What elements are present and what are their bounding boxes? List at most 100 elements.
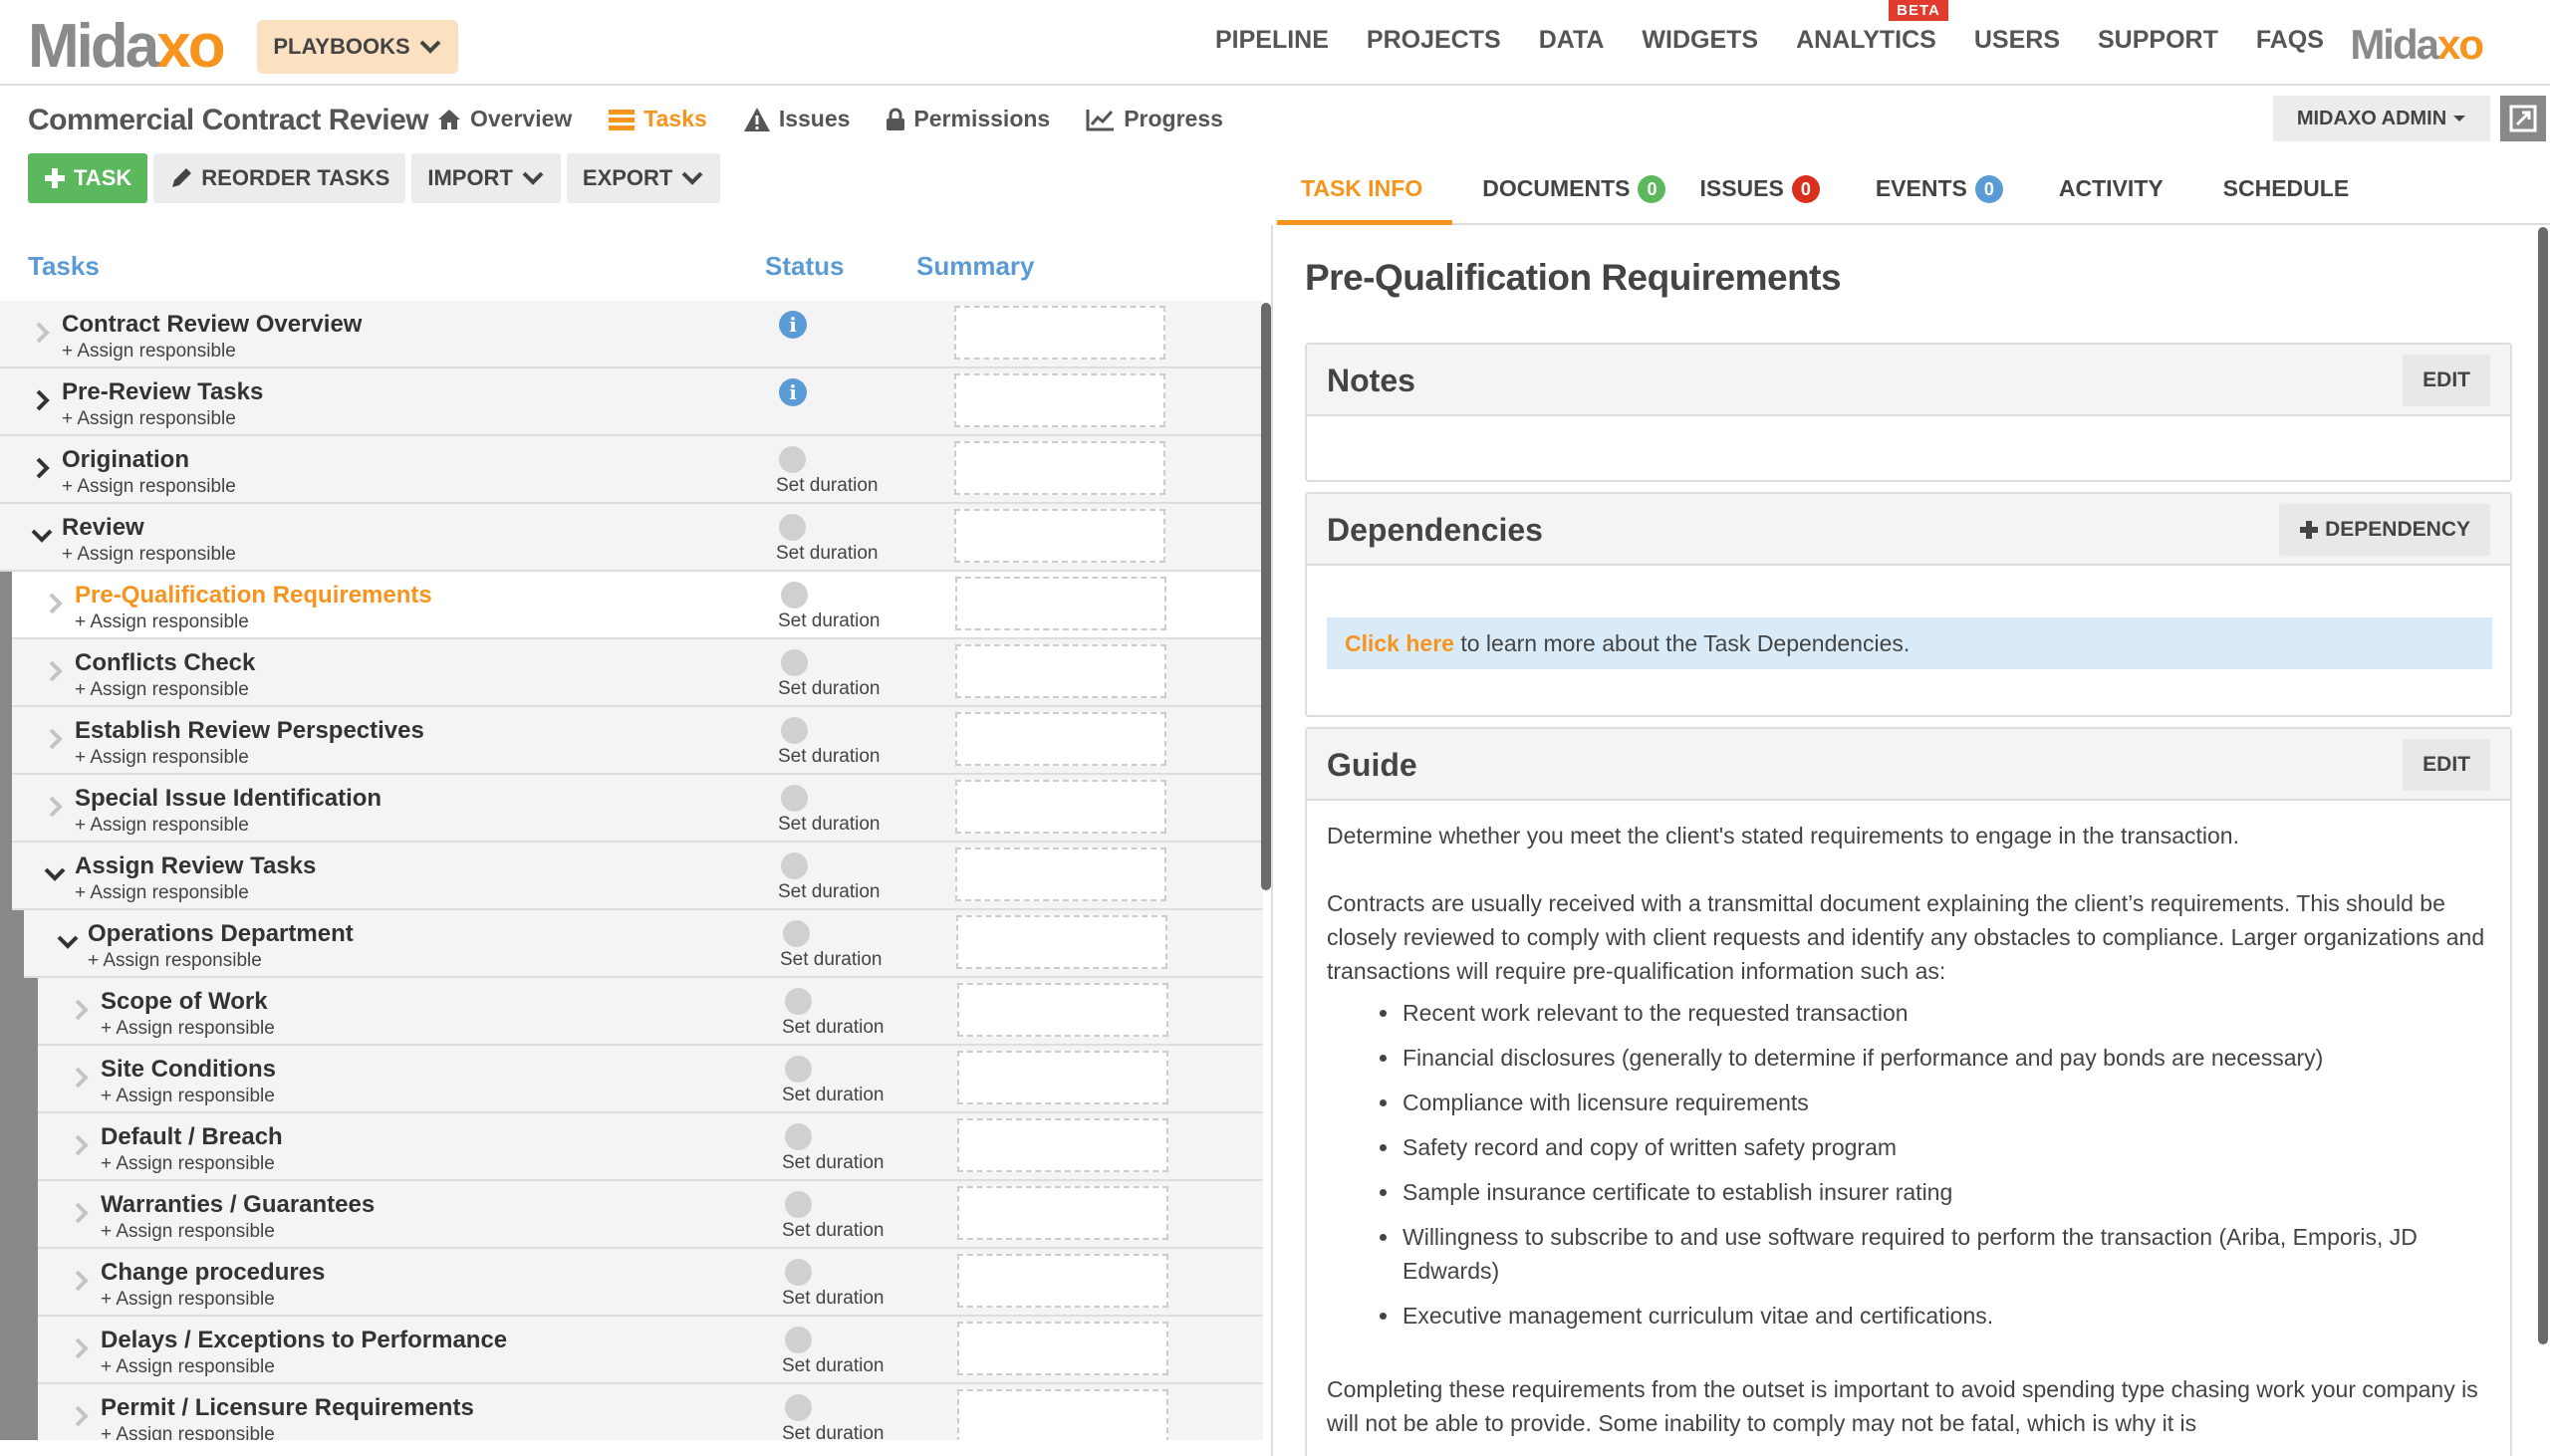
status-circle[interactable] bbox=[781, 717, 808, 744]
status-circle[interactable] bbox=[781, 785, 808, 812]
chevron-down-icon[interactable] bbox=[30, 518, 54, 554]
set-duration-link[interactable]: Set duration bbox=[782, 1220, 884, 1242]
assign-responsible-link[interactable]: + Assign responsible bbox=[62, 341, 236, 363]
status-circle[interactable] bbox=[779, 446, 806, 473]
chevron-right-icon[interactable] bbox=[69, 1060, 93, 1095]
midaxo-logo[interactable]: Midaxo bbox=[28, 14, 226, 80]
chevron-right-icon[interactable] bbox=[69, 992, 93, 1028]
add-dependency-button[interactable]: DEPENDENCY bbox=[2279, 504, 2490, 556]
assign-responsible-link[interactable]: + Assign responsible bbox=[75, 679, 249, 701]
task-name[interactable]: Delays / Exceptions to Performance bbox=[101, 1327, 507, 1354]
tab-overview[interactable]: Overview bbox=[436, 106, 572, 132]
status-circle[interactable] bbox=[779, 514, 806, 541]
task-name[interactable]: Warranties / Guarantees bbox=[101, 1191, 375, 1219]
nav-analytics[interactable]: ANALYTICS BETA bbox=[1796, 0, 1948, 55]
task-row[interactable]: Scope of Work + Assign responsible Set dur… bbox=[38, 978, 1263, 1046]
assign-responsible-link[interactable]: + Assign responsible bbox=[75, 815, 249, 837]
info-icon[interactable]: i bbox=[779, 378, 807, 406]
nav-users[interactable]: USERS bbox=[1974, 26, 2060, 55]
chevron-right-icon[interactable] bbox=[69, 1195, 93, 1231]
summary-cell[interactable] bbox=[957, 1389, 1168, 1440]
task-row[interactable]: Change procedures + Assign responsible Set… bbox=[38, 1249, 1263, 1317]
set-duration-link[interactable]: Set duration bbox=[780, 949, 882, 971]
summary-cell[interactable] bbox=[955, 644, 1166, 698]
summary-cell[interactable] bbox=[954, 441, 1165, 495]
task-row[interactable]: Assign Review Tasks + Assign responsible S… bbox=[12, 843, 1263, 910]
summary-cell[interactable] bbox=[955, 577, 1166, 630]
summary-cell[interactable] bbox=[957, 1322, 1168, 1375]
summary-cell[interactable] bbox=[956, 915, 1167, 969]
nav-faqs[interactable]: FAQS bbox=[2256, 26, 2324, 55]
task-row[interactable]: Operations Department + Assign responsibl… bbox=[24, 910, 1263, 978]
chevron-right-icon[interactable] bbox=[43, 653, 67, 689]
assign-responsible-link[interactable]: + Assign responsible bbox=[101, 1153, 275, 1175]
task-row[interactable]: Pre-Qualification Requirements + Assign r… bbox=[12, 572, 1263, 639]
tab-tasks[interactable]: Tasks bbox=[608, 106, 707, 132]
assign-responsible-link[interactable]: + Assign responsible bbox=[101, 1289, 275, 1311]
summary-cell[interactable] bbox=[957, 1118, 1168, 1172]
tab-events[interactable]: EVENTS 0 bbox=[1876, 163, 2003, 225]
status-circle[interactable] bbox=[785, 1259, 812, 1286]
assign-responsible-link[interactable]: + Assign responsible bbox=[62, 408, 236, 430]
summary-cell[interactable] bbox=[957, 1051, 1168, 1104]
task-row[interactable]: Review + Assign responsible Set duration bbox=[0, 504, 1263, 572]
nav-data[interactable]: DATA bbox=[1539, 26, 1605, 55]
set-duration-link[interactable]: Set duration bbox=[782, 1085, 884, 1106]
chevron-right-icon[interactable] bbox=[69, 1331, 93, 1366]
status-circle[interactable] bbox=[785, 1123, 812, 1150]
detail-scrollbar[interactable] bbox=[2538, 227, 2548, 1344]
nav-projects[interactable]: PROJECTS bbox=[1367, 26, 1501, 55]
set-duration-link[interactable]: Set duration bbox=[778, 881, 880, 903]
task-name[interactable]: Permit / Licensure Requirements bbox=[101, 1394, 474, 1422]
status-circle[interactable] bbox=[781, 582, 808, 608]
summary-cell[interactable] bbox=[957, 983, 1168, 1037]
import-button[interactable]: IMPORT bbox=[411, 153, 561, 203]
task-row[interactable]: Site Conditions + Assign responsible Set d… bbox=[38, 1046, 1263, 1113]
task-name[interactable]: Special Issue Identification bbox=[75, 785, 382, 813]
notes-edit-button[interactable]: EDIT bbox=[2403, 355, 2490, 406]
nav-widgets[interactable]: WIDGETS bbox=[1642, 26, 1758, 55]
set-duration-link[interactable]: Set duration bbox=[782, 1288, 884, 1310]
reorder-tasks-button[interactable]: REORDER TASKS bbox=[153, 153, 406, 203]
summary-cell[interactable] bbox=[955, 848, 1166, 901]
task-name[interactable]: Change procedures bbox=[101, 1259, 325, 1287]
export-button[interactable]: EXPORT bbox=[566, 153, 721, 203]
set-duration-link[interactable]: Set duration bbox=[776, 543, 878, 565]
summary-cell[interactable] bbox=[957, 1186, 1168, 1240]
assign-responsible-link[interactable]: + Assign responsible bbox=[101, 1086, 275, 1107]
tab-issues-detail[interactable]: ISSUES 0 bbox=[1699, 163, 1820, 225]
task-name[interactable]: Pre-Qualification Requirements bbox=[75, 582, 432, 609]
status-circle[interactable] bbox=[785, 1394, 812, 1421]
chevron-right-icon[interactable] bbox=[30, 382, 54, 418]
assign-responsible-link[interactable]: + Assign responsible bbox=[75, 882, 249, 904]
assign-responsible-link[interactable]: + Assign responsible bbox=[75, 747, 249, 769]
task-row[interactable]: Contract Review Overview + Assign respons… bbox=[0, 301, 1263, 368]
task-name[interactable]: Default / Breach bbox=[101, 1123, 283, 1151]
status-circle[interactable] bbox=[781, 852, 808, 879]
task-name[interactable]: Pre-Review Tasks bbox=[62, 378, 263, 406]
assign-responsible-link[interactable]: + Assign responsible bbox=[62, 476, 236, 498]
click-here-link[interactable]: Click here bbox=[1345, 630, 1454, 656]
status-circle[interactable] bbox=[785, 1056, 812, 1083]
playbooks-button[interactable]: PLAYBOOKS bbox=[257, 20, 458, 74]
set-duration-link[interactable]: Set duration bbox=[782, 1423, 884, 1440]
tab-activity[interactable]: ACTIVITY bbox=[2059, 163, 2164, 225]
set-duration-link[interactable]: Set duration bbox=[778, 610, 880, 632]
summary-cell[interactable] bbox=[955, 780, 1166, 834]
task-row[interactable]: Delays / Exceptions to Performance + Assi… bbox=[38, 1317, 1263, 1384]
task-row[interactable]: Default / Breach + Assign responsible Set … bbox=[38, 1113, 1263, 1181]
summary-cell[interactable] bbox=[954, 373, 1165, 427]
summary-cell[interactable] bbox=[957, 1254, 1168, 1308]
status-circle[interactable] bbox=[783, 920, 810, 947]
task-name[interactable]: Establish Review Perspectives bbox=[75, 717, 424, 745]
task-name[interactable]: Review bbox=[62, 514, 144, 542]
nav-support[interactable]: SUPPORT bbox=[2098, 26, 2218, 55]
task-row[interactable]: Establish Review Perspectives + Assign re… bbox=[12, 707, 1263, 775]
task-row[interactable]: Special Issue Identification + Assign res… bbox=[12, 775, 1263, 843]
task-name[interactable]: Assign Review Tasks bbox=[75, 852, 316, 880]
task-name[interactable]: Operations Department bbox=[88, 920, 354, 948]
status-circle[interactable] bbox=[785, 988, 812, 1015]
chevron-right-icon[interactable] bbox=[69, 1263, 93, 1299]
chevron-right-icon[interactable] bbox=[43, 586, 67, 621]
tab-documents[interactable]: DOCUMENTS 0 bbox=[1482, 163, 1666, 225]
